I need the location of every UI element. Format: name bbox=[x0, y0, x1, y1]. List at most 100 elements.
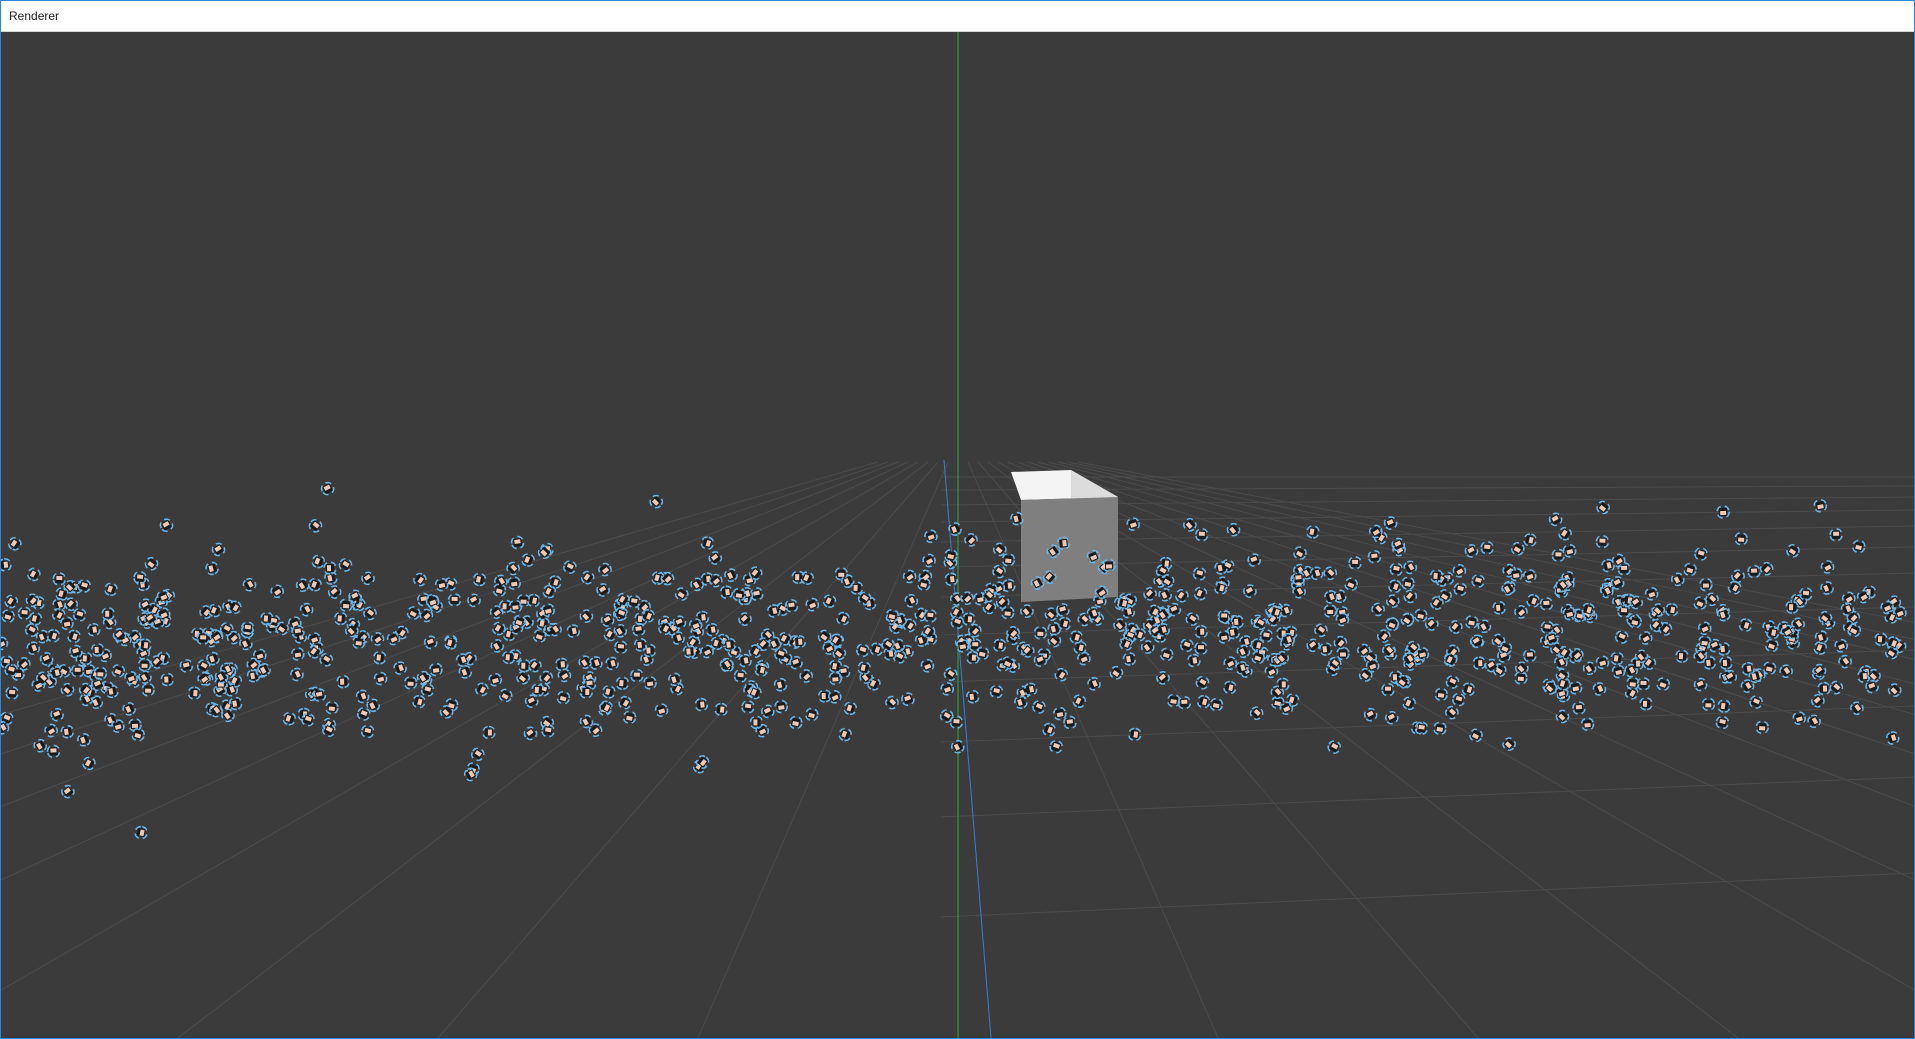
character-sprite bbox=[924, 529, 938, 544]
renderer-window: Renderer bbox=[0, 0, 1915, 1039]
character-sprite bbox=[1792, 711, 1806, 726]
character-sprite bbox=[920, 658, 935, 673]
character-sprite bbox=[506, 561, 520, 576]
character-sprite bbox=[1, 636, 9, 651]
character-sprite bbox=[738, 653, 752, 668]
character-sprite bbox=[922, 553, 936, 568]
character-sprite bbox=[363, 606, 377, 621]
character-sprite bbox=[1209, 697, 1224, 712]
character-sprite bbox=[1140, 640, 1155, 654]
character-sprite bbox=[1452, 563, 1467, 578]
character-sprite bbox=[694, 697, 709, 712]
character-sprite bbox=[413, 572, 427, 587]
character-sprite bbox=[60, 724, 75, 739]
character-sprite bbox=[490, 639, 505, 653]
character-sprite bbox=[1226, 522, 1241, 537]
character-sprite bbox=[523, 726, 538, 741]
character-sprite bbox=[528, 658, 542, 673]
character-sprite bbox=[1327, 740, 1342, 754]
character-sprite bbox=[1755, 720, 1769, 735]
character-sprite bbox=[26, 641, 41, 656]
character-sprite bbox=[211, 542, 226, 557]
character-sprite bbox=[327, 585, 342, 599]
character-sprite bbox=[1371, 602, 1385, 617]
grid-line bbox=[1007, 461, 1914, 881]
character-sprite bbox=[633, 637, 648, 652]
grid-line bbox=[1, 461, 889, 755]
character-sprite bbox=[86, 622, 101, 637]
character-sprite bbox=[1192, 566, 1207, 581]
render-viewport[interactable] bbox=[1, 32, 1914, 1038]
character-sprite bbox=[1749, 695, 1763, 709]
grid-line bbox=[697, 461, 949, 1038]
character-sprite bbox=[849, 581, 864, 595]
character-sprite bbox=[46, 744, 61, 759]
title-bar[interactable]: Renderer bbox=[1, 1, 1914, 32]
character-sprite bbox=[1253, 616, 1268, 631]
character-sprite bbox=[1675, 649, 1689, 664]
character-sprite bbox=[1817, 681, 1831, 696]
scene-canvas[interactable] bbox=[1, 32, 1914, 1038]
character-sprite bbox=[1595, 655, 1610, 670]
character-sprite bbox=[33, 738, 48, 753]
white-cube[interactable] bbox=[1011, 470, 1118, 602]
character-sprite bbox=[601, 685, 616, 699]
character-sprite bbox=[1, 558, 12, 572]
character-sprite bbox=[857, 661, 872, 675]
character-sprite bbox=[360, 724, 375, 739]
character-sprite bbox=[159, 518, 174, 533]
character-sprite bbox=[1389, 562, 1404, 577]
character-sprite bbox=[774, 699, 789, 714]
character-sprite bbox=[295, 578, 310, 593]
character-sprite bbox=[992, 542, 1007, 557]
character-sprite bbox=[510, 535, 525, 550]
character-sprite bbox=[60, 682, 75, 697]
character-sprite bbox=[72, 607, 87, 622]
character-sprite bbox=[472, 572, 487, 587]
character-sprite bbox=[1063, 715, 1077, 730]
character-sprite bbox=[282, 711, 297, 726]
character-sprite bbox=[372, 650, 387, 665]
character-sprite bbox=[788, 715, 803, 730]
character-sprite bbox=[1683, 562, 1697, 577]
character-sprite bbox=[822, 594, 837, 609]
character-sprite bbox=[4, 594, 19, 609]
character-sprite bbox=[242, 577, 257, 592]
character-sprite bbox=[1434, 687, 1448, 702]
character-sprite bbox=[90, 642, 105, 657]
character-sprite bbox=[1193, 586, 1208, 601]
z-axis-line bbox=[943, 459, 992, 1038]
character-sprite bbox=[1196, 694, 1211, 709]
character-sprite bbox=[134, 825, 148, 840]
character-sprite bbox=[1042, 722, 1056, 737]
character-sprite bbox=[964, 533, 978, 547]
character-sprite bbox=[965, 689, 980, 704]
character-sprite bbox=[470, 747, 485, 762]
character-sprite bbox=[1738, 618, 1753, 632]
character-sprite bbox=[578, 655, 593, 670]
character-sprite bbox=[1414, 608, 1428, 623]
character-sprite bbox=[1523, 648, 1537, 663]
character-sprite bbox=[1159, 647, 1174, 662]
character-sprite bbox=[458, 665, 473, 679]
character-sprite bbox=[308, 577, 322, 592]
character-sprite bbox=[724, 568, 738, 582]
character-sprite bbox=[419, 608, 434, 623]
character-sprite bbox=[423, 635, 438, 650]
character-sprite bbox=[962, 612, 976, 627]
character-sprite bbox=[556, 690, 571, 705]
character-sprite bbox=[498, 688, 513, 703]
character-sprite bbox=[1807, 714, 1821, 729]
character-sprite bbox=[160, 672, 175, 687]
character-sprite bbox=[491, 621, 506, 636]
grid-line bbox=[1, 461, 909, 881]
character-sprite bbox=[67, 629, 81, 644]
character-sprite bbox=[1249, 706, 1264, 721]
character-sprite bbox=[475, 682, 489, 697]
character-sprite bbox=[5, 686, 19, 700]
character-sprite bbox=[1471, 574, 1485, 588]
character-sprite bbox=[1306, 525, 1320, 539]
character-sprite bbox=[325, 700, 339, 715]
character-sprite bbox=[1834, 638, 1848, 653]
character-sprite bbox=[1382, 643, 1396, 658]
